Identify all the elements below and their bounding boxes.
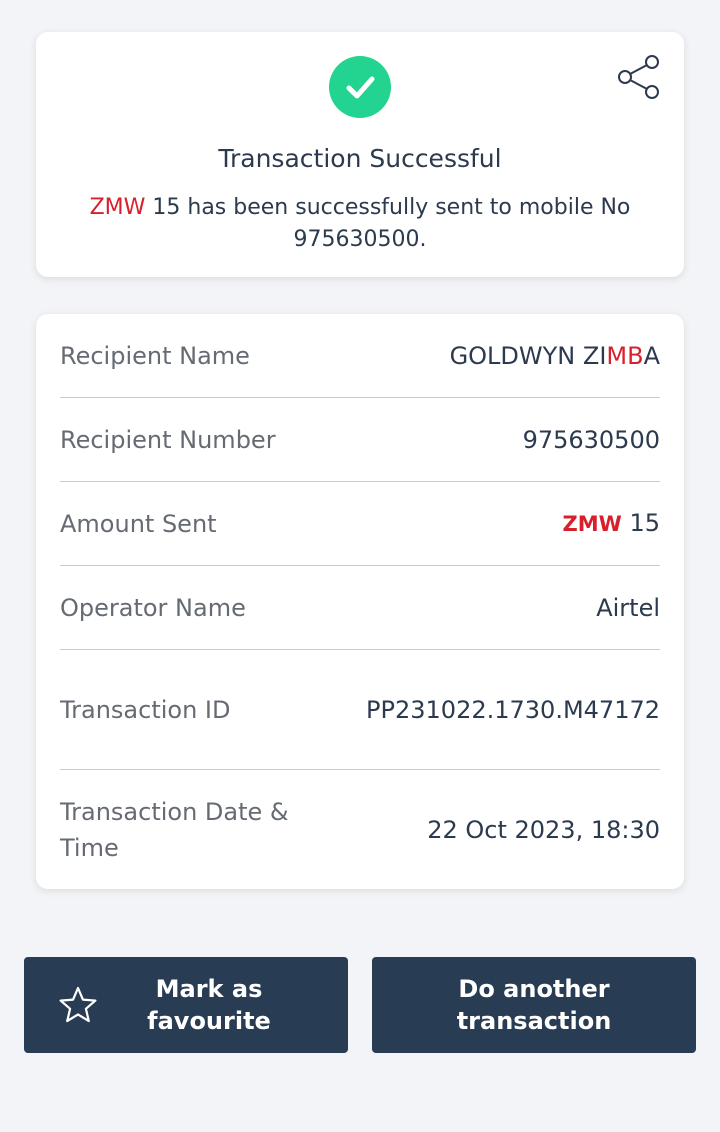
- detail-label: Operator Name: [60, 593, 246, 622]
- mark-favourite-button[interactable]: Mark as favourite: [24, 957, 348, 1053]
- detail-value: PP231022.1730.M47172: [366, 695, 660, 724]
- success-title: Transaction Successful: [218, 144, 502, 173]
- detail-value: ZMW 15: [563, 505, 660, 542]
- detail-row-transaction-date: Transaction Date & Time 22 Oct 2023, 18:…: [60, 770, 660, 889]
- success-message-text: 15 has been successfully sent to mobile …: [145, 195, 631, 252]
- star-icon: [58, 985, 98, 1025]
- amount-value: 15: [629, 509, 660, 537]
- detail-row-operator-name: Operator Name Airtel: [60, 566, 660, 650]
- check-icon: [329, 56, 391, 118]
- success-message: ZMW 15 has been successfully sent to mob…: [60, 192, 660, 256]
- currency-code: ZMW: [562, 512, 622, 536]
- detail-row-recipient-name: Recipient Name GOLDWYN ZIMBA: [60, 314, 660, 398]
- detail-row-amount-sent: Amount Sent ZMW 15: [60, 482, 660, 566]
- detail-label: Recipient Number: [60, 425, 276, 454]
- share-icon[interactable]: [616, 54, 662, 100]
- detail-value: 975630500: [522, 425, 660, 454]
- details-card: Recipient Name GOLDWYN ZIMBA Recipient N…: [36, 314, 684, 889]
- name-part: A: [643, 341, 660, 370]
- detail-row-transaction-id: Transaction ID PP231022.1730.M47172: [60, 650, 660, 770]
- detail-label: Amount Sent: [60, 509, 217, 538]
- detail-label: Transaction ID: [60, 695, 231, 724]
- name-part: MB: [606, 341, 644, 370]
- success-card: Transaction Successful ZMW 15 has been s…: [36, 32, 684, 277]
- detail-value: Airtel: [596, 593, 660, 622]
- do-another-transaction-button[interactable]: Do another transaction: [372, 957, 696, 1053]
- currency-code: ZMW: [89, 195, 146, 220]
- detail-value: 22 Oct 2023, 18:30: [427, 815, 660, 844]
- detail-label: Recipient Name: [60, 341, 250, 370]
- do-another-transaction-label: Do another transaction: [456, 975, 612, 1035]
- name-part: GOLDWYN ZI: [449, 341, 607, 370]
- detail-value: GOLDWYN ZIMBA: [450, 338, 660, 374]
- detail-row-recipient-number: Recipient Number 975630500: [60, 398, 660, 482]
- detail-label: Transaction Date & Time: [60, 797, 289, 862]
- mark-favourite-label: Mark as favourite: [147, 975, 271, 1035]
